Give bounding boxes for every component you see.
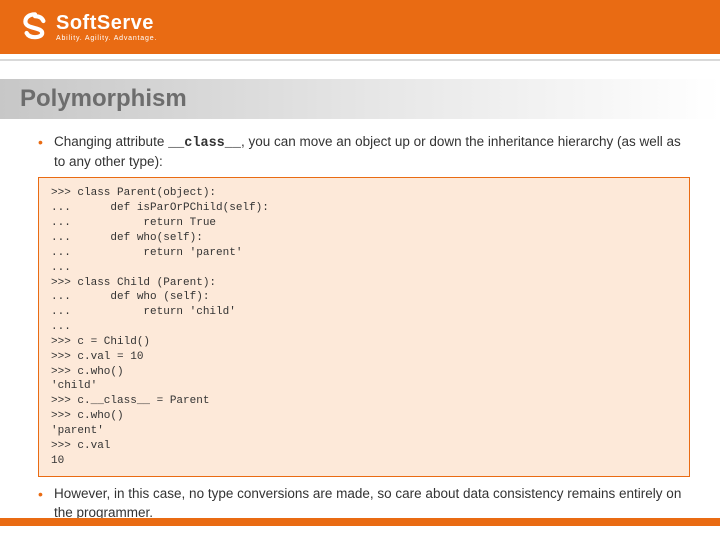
bullet-item-2: However, in this case, no type conversio… [38,485,690,521]
bullet-item-1: Changing attribute __class__, you can mo… [38,133,690,171]
logo-name: SoftServe [56,13,157,33]
bullet-list-2: However, in this case, no type conversio… [38,485,690,521]
bullet1-text-pre: Changing attribute [54,134,168,149]
content-area: Changing attribute __class__, you can mo… [0,119,720,522]
bullet-list: Changing attribute __class__, you can mo… [38,133,690,171]
logo-tagline: Ability. Agility. Advantage. [56,35,157,42]
bullet1-code: __class__ [168,136,241,151]
footer-bar [0,518,720,526]
logo-text: SoftServe Ability. Agility. Advantage. [56,13,157,42]
code-block: >>> class Parent(object): ... def isParO… [38,177,690,477]
header-divider [0,59,720,61]
slide-title: Polymorphism [20,85,720,113]
logo-s-icon [20,12,50,42]
header-bar: SoftServe Ability. Agility. Advantage. [0,0,720,54]
title-bar: Polymorphism [0,79,720,119]
logo: SoftServe Ability. Agility. Advantage. [20,12,157,42]
